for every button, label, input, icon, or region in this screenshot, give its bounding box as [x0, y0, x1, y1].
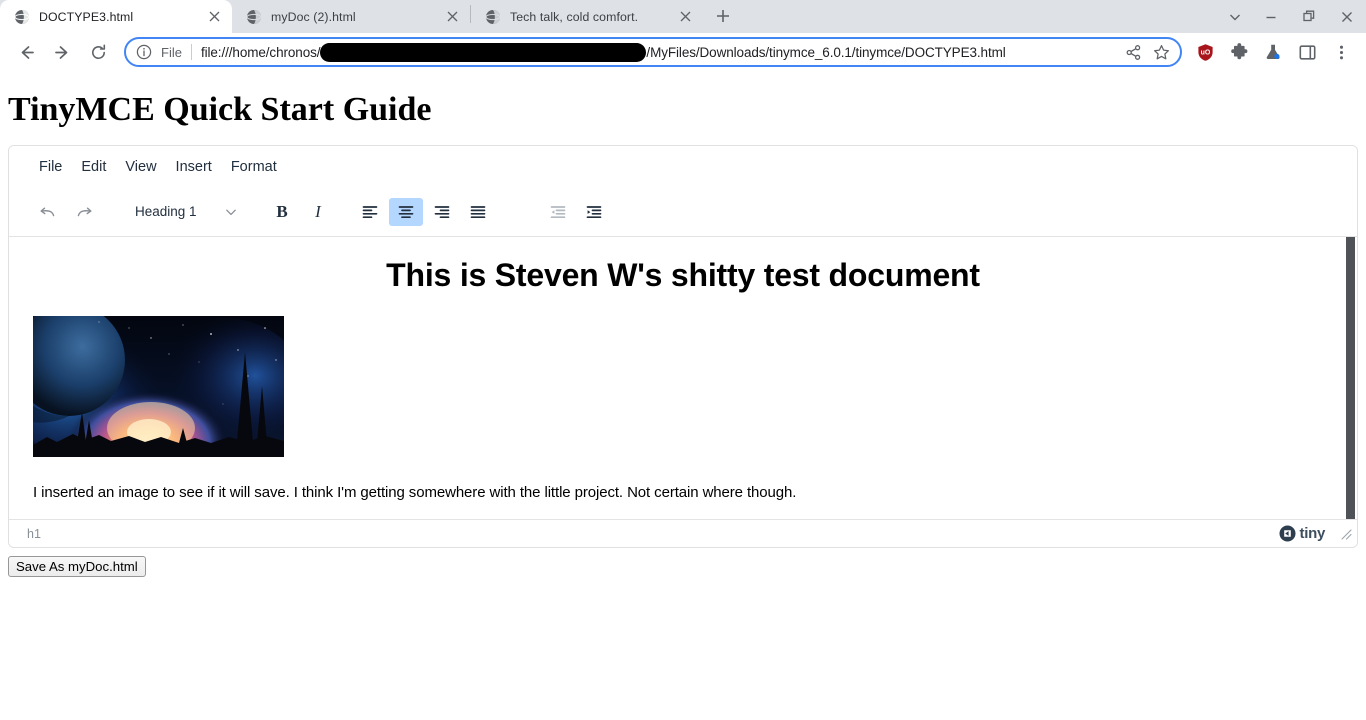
browser-window: DOCTYPE3.html myDoc (2).html Tech talk, …	[0, 0, 1366, 720]
tinymce-editor: File Edit View Insert Format Heading 1 B…	[8, 145, 1358, 548]
menu-insert[interactable]: Insert	[168, 155, 220, 179]
url-suffix: /MyFiles/Downloads/tinymce_6.0.1/tinymce…	[646, 44, 1006, 60]
tab-strip: DOCTYPE3.html myDoc (2).html Tech talk, …	[0, 0, 1366, 33]
editor-toolbar: Heading 1 B I	[9, 187, 1357, 237]
share-icon[interactable]	[1120, 39, 1146, 65]
align-justify-icon[interactable]	[461, 198, 495, 226]
element-path[interactable]: h1	[27, 527, 1279, 541]
close-icon[interactable]	[206, 9, 222, 25]
menu-view[interactable]: View	[117, 155, 164, 179]
resize-grip-icon[interactable]	[1339, 527, 1353, 541]
editor-content-area[interactable]: This is Steven W's shitty test document	[9, 237, 1357, 519]
bold-label: B	[276, 201, 288, 221]
browser-tab-3[interactable]: Tech talk, cold comfort.	[471, 0, 703, 33]
tab-title: Tech talk, cold comfort.	[510, 9, 639, 24]
align-left-icon[interactable]	[353, 198, 387, 226]
undo-icon[interactable]	[31, 198, 65, 226]
document-image-wrapper	[33, 316, 1333, 457]
tiny-branding[interactable]: tiny	[1279, 525, 1325, 542]
outdent-icon	[541, 198, 575, 226]
omnibox-actions	[1118, 39, 1174, 65]
format-select[interactable]: Heading 1	[125, 198, 243, 226]
menu-file[interactable]: File	[31, 155, 70, 179]
editor-scrollbar-thumb[interactable]	[1346, 237, 1355, 519]
page-title: TinyMCE Quick Start Guide	[8, 91, 432, 128]
address-bar[interactable]: File file:///home/chronos/ /MyFiles/Down…	[124, 37, 1182, 67]
tiny-logo-icon	[1279, 525, 1296, 542]
back-arrow-icon[interactable]	[11, 37, 41, 67]
restore-icon[interactable]	[1290, 0, 1328, 33]
side-panel-icon[interactable]	[1292, 37, 1322, 67]
url-text: file:///home/chronos/ /MyFiles/Downloads…	[200, 42, 1118, 62]
menu-format[interactable]: Format	[223, 155, 285, 179]
page-content: TinyMCE Quick Start Guide File Edit View…	[0, 71, 1366, 720]
tiny-branding-label: tiny	[1299, 525, 1326, 542]
reload-icon[interactable]	[83, 37, 113, 67]
editor-document[interactable]: This is Steven W's shitty test document	[9, 237, 1357, 519]
ublock-origin-icon[interactable]: uO	[1190, 37, 1220, 67]
browser-toolbar: File file:///home/chronos/ /MyFiles/Down…	[0, 33, 1366, 71]
globe-icon	[485, 9, 501, 25]
globe-icon	[14, 9, 30, 25]
space-nebula-planet-landscape-image[interactable]	[33, 316, 284, 457]
redaction-bar	[320, 42, 647, 62]
tab-title: myDoc (2).html	[271, 9, 356, 24]
url-scheme-label: File	[161, 44, 182, 60]
align-center-icon[interactable]	[389, 197, 423, 226]
align-right-icon[interactable]	[425, 198, 459, 226]
url-prefix: file:///home/chronos/	[200, 44, 321, 60]
editor-scrollbar[interactable]	[1342, 237, 1357, 519]
editor-statusbar: h1 tiny	[9, 519, 1357, 547]
star-icon[interactable]	[1148, 39, 1174, 65]
italic-button[interactable]: I	[301, 198, 335, 226]
window-controls	[1218, 0, 1366, 33]
svg-text:uO: uO	[1200, 49, 1210, 56]
menu-edit[interactable]: Edit	[73, 155, 114, 179]
minimize-icon[interactable]	[1252, 0, 1290, 33]
close-icon[interactable]	[1328, 0, 1366, 33]
tab-title: DOCTYPE3.html	[39, 9, 134, 24]
editor-menubar: File Edit View Insert Format	[9, 146, 1357, 187]
browser-tab-1[interactable]: DOCTYPE3.html	[0, 0, 232, 33]
italic-label: I	[315, 201, 321, 221]
bold-button[interactable]: B	[265, 198, 299, 226]
document-paragraph: I inserted an image to see if it will sa…	[33, 484, 797, 501]
browser-tab-2[interactable]: myDoc (2).html	[232, 0, 470, 33]
puzzle-extensions-icon[interactable]	[1224, 37, 1254, 67]
tab-search-icon[interactable]	[1218, 0, 1252, 33]
close-icon[interactable]	[677, 9, 693, 25]
lab-flask-icon[interactable]	[1258, 37, 1288, 67]
chevron-down-icon	[225, 206, 237, 218]
document-heading: This is Steven W's shitty test document	[386, 257, 980, 293]
globe-icon	[246, 9, 262, 25]
redo-icon[interactable]	[67, 198, 101, 226]
info-circle-icon[interactable]	[136, 44, 154, 60]
omnibox-divider	[190, 44, 192, 60]
save-as-button[interactable]: Save As myDoc.html	[8, 556, 146, 577]
format-select-value: Heading 1	[135, 204, 197, 219]
close-icon[interactable]	[444, 9, 460, 25]
indent-icon[interactable]	[577, 198, 611, 226]
forward-arrow-icon[interactable]	[47, 37, 77, 67]
three-dot-menu-icon[interactable]	[1326, 37, 1356, 67]
new-tab-button[interactable]	[709, 2, 737, 30]
